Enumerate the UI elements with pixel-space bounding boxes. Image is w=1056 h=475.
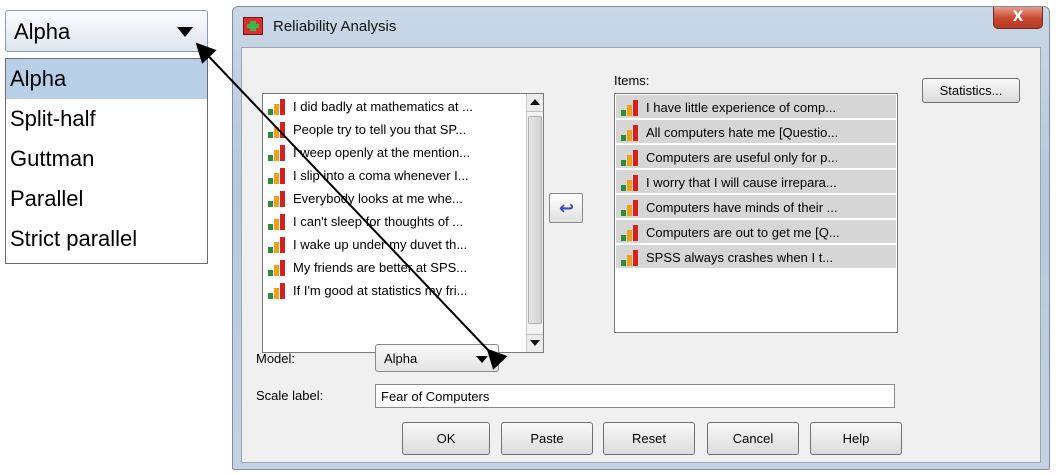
items-label: Items:: [614, 73, 650, 88]
model-option-split-half[interactable]: Split-half: [6, 99, 207, 139]
paste-button[interactable]: Paste: [501, 422, 593, 455]
scroll-down-icon[interactable]: [527, 334, 543, 352]
scale-variable-icon: [267, 190, 289, 208]
model-label: Model:: [256, 351, 296, 366]
move-arrow-icon: ↩: [559, 198, 575, 219]
close-button[interactable]: X: [993, 7, 1043, 29]
list-item[interactable]: If I'm good at statistics my fri...: [263, 278, 543, 301]
model-option-parallel[interactable]: Parallel: [6, 179, 207, 219]
list-item[interactable]: Computers have minds of their ...: [616, 195, 896, 218]
list-item[interactable]: Computers are useful only for p...: [616, 145, 896, 168]
ok-button[interactable]: OK: [402, 422, 490, 455]
spss-app-icon: [243, 17, 263, 35]
model-dropdown-options: Alpha Split-half Guttman Parallel Strict…: [5, 58, 208, 264]
scale-variable-icon: [620, 199, 642, 217]
scale-variable-icon: [267, 121, 289, 139]
help-button[interactable]: Help: [810, 422, 902, 455]
scale-variable-icon: [620, 249, 642, 267]
statistics-button[interactable]: Statistics...: [922, 78, 1020, 103]
scale-variable-icon: [620, 174, 642, 192]
title-bar[interactable]: Reliability Analysis X: [233, 7, 1049, 45]
chevron-down-icon[interactable]: [177, 27, 193, 37]
list-item[interactable]: I slip into a coma whenever I...: [263, 163, 543, 186]
list-item[interactable]: I wake up under my duvet th...: [263, 232, 543, 255]
window-title: Reliability Analysis: [273, 18, 397, 35]
scroll-thumb[interactable]: [528, 116, 542, 324]
source-list-scrollbar[interactable]: [526, 94, 543, 352]
scale-variable-icon: [620, 224, 642, 242]
cancel-button[interactable]: Cancel: [707, 422, 799, 455]
move-variables-button[interactable]: ↩: [549, 193, 583, 223]
scale-variable-icon: [620, 99, 642, 117]
list-item[interactable]: My friends are better at SPS...: [263, 255, 543, 278]
scale-variable-icon: [620, 124, 642, 142]
scale-variable-icon: [267, 259, 289, 277]
list-item[interactable]: I can't sleep for thoughts of ...: [263, 209, 543, 232]
list-item[interactable]: Computers are out to get me [Q...: [616, 220, 896, 243]
list-item[interactable]: I weep openly at the mention...: [263, 140, 543, 163]
model-select[interactable]: Alpha: [375, 344, 499, 372]
scale-variable-icon: [620, 149, 642, 167]
model-dropdown-zoomed[interactable]: Alpha: [5, 10, 208, 52]
items-list[interactable]: I have little experience of comp... All …: [614, 93, 898, 333]
scale-variable-icon: [267, 213, 289, 231]
scale-variable-icon: [267, 144, 289, 162]
list-item[interactable]: I worry that I will cause irrepara...: [616, 170, 896, 193]
list-item[interactable]: I did badly at mathematics at ...: [263, 94, 543, 117]
source-variable-list[interactable]: I did badly at mathematics at ... People…: [262, 93, 544, 353]
scale-label-label: Scale label:: [256, 388, 324, 403]
dialog-body: I did badly at mathematics at ... People…: [241, 47, 1041, 463]
reliability-analysis-dialog: Reliability Analysis X I did badly at ma…: [232, 6, 1050, 470]
list-item[interactable]: I have little experience of comp...: [616, 95, 896, 118]
model-select-value: Alpha: [384, 351, 418, 366]
model-option-strict-parallel[interactable]: Strict parallel: [6, 219, 207, 259]
list-item[interactable]: People try to tell you that SP...: [263, 117, 543, 140]
scale-variable-icon: [267, 98, 289, 116]
model-option-alpha[interactable]: Alpha: [6, 59, 207, 99]
scroll-up-icon[interactable]: [527, 94, 543, 112]
model-dropdown-zoomed-value: Alpha: [14, 19, 71, 44]
scale-variable-icon: [267, 236, 289, 254]
scale-variable-icon: [267, 167, 289, 185]
chevron-down-icon[interactable]: [476, 356, 488, 363]
scale-variable-icon: [267, 282, 289, 300]
reset-button[interactable]: Reset: [603, 422, 695, 455]
list-item[interactable]: SPSS always crashes when I t...: [616, 245, 896, 268]
list-item[interactable]: Everybody looks at me whe...: [263, 186, 543, 209]
model-option-guttman[interactable]: Guttman: [6, 139, 207, 179]
list-item[interactable]: All computers hate me [Questio...: [616, 120, 896, 143]
scale-label-input[interactable]: [375, 384, 895, 408]
